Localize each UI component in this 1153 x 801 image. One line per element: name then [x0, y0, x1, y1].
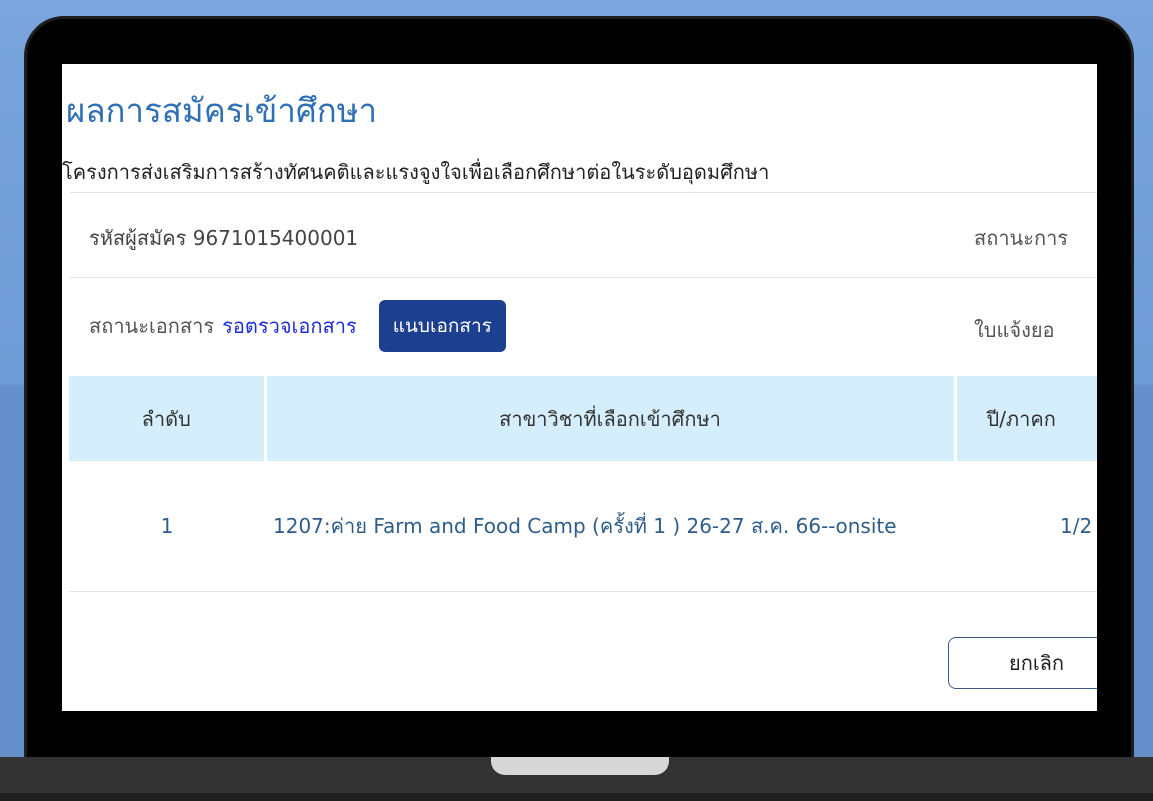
applicant-id-value: 9671015400001: [192, 226, 359, 250]
document-status-row: สถานะเอกสาร รอตรวจเอกสาร แนบเอกสาร: [89, 300, 506, 352]
document-status-value: รอตรวจเอกสาร: [222, 314, 357, 338]
header-order: ลำดับ: [69, 376, 267, 461]
cell-course: 1207:ค่าย Farm and Food Camp (ครั้งที่ 1…: [265, 461, 955, 592]
header-course: สาขาวิชาที่เลือกเข้าศึกษา: [265, 376, 957, 461]
invoice-label: ใบแจ้งยอ: [974, 318, 1055, 342]
application-status-label: สถานะการ: [974, 226, 1069, 250]
page-title: ผลการสมัครเข้าศึกษา: [66, 91, 378, 130]
divider: [70, 192, 1097, 193]
laptop-base-edge: [0, 793, 1153, 801]
laptop-screen: ผลการสมัครเข้าศึกษา โครงการส่งเสริมการสร…: [62, 64, 1097, 711]
attach-document-button[interactable]: แนบเอกสาร: [378, 300, 506, 352]
project-name: โครงการส่งเสริมการสร้างทัศนคติและแรงจูงใ…: [62, 160, 770, 184]
divider: [70, 277, 1097, 278]
header-term: ปี/ภาคก: [955, 376, 1097, 461]
cell-term: 1/2: [955, 461, 1097, 592]
cell-order: 1: [69, 461, 265, 592]
laptop-notch: [491, 757, 669, 775]
table-row: 1 1207:ค่าย Farm and Food Camp (ครั้งที่…: [69, 461, 1097, 592]
cancel-button[interactable]: ยกเลิก: [948, 637, 1097, 689]
document-status-label: สถานะเอกสาร: [89, 314, 215, 338]
application-table: ลำดับ สาขาวิชาที่เลือกเข้าศึกษา ปี/ภาคก …: [69, 376, 1097, 592]
applicant-id: รหัสผู้สมัคร 9671015400001: [89, 222, 358, 254]
table-header-row: ลำดับ สาขาวิชาที่เลือกเข้าศึกษา ปี/ภาคก: [69, 376, 1097, 461]
applicant-id-label: รหัสผู้สมัคร: [89, 226, 187, 250]
